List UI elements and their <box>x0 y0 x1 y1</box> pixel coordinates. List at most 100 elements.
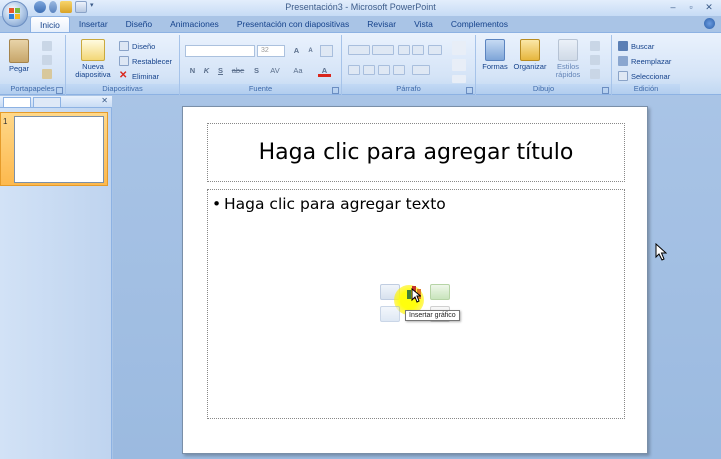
title-placeholder[interactable]: Haga clic para agregar título <box>207 123 625 182</box>
grow-font-button[interactable]: A <box>290 45 303 57</box>
slide-thumbnail-1[interactable] <box>14 116 104 183</box>
minimize-icon[interactable]: – <box>665 1 681 13</box>
increase-indent-icon[interactable] <box>412 45 424 55</box>
justify-icon[interactable] <box>393 65 405 75</box>
italic-button[interactable]: K <box>200 65 213 77</box>
tab-vista[interactable]: Vista <box>405 16 442 33</box>
new-slide-button[interactable]: Nueva diapositiva <box>68 39 118 79</box>
slide-canvas[interactable]: Haga clic para agregar título • Haga clic… <box>182 106 648 454</box>
text-direction-icon[interactable] <box>452 41 466 55</box>
office-button[interactable] <box>2 1 28 27</box>
columns-icon[interactable] <box>412 65 430 75</box>
char-spacing-button[interactable]: AV <box>266 65 284 77</box>
align-right-icon[interactable] <box>378 65 390 75</box>
tooltip: Insertar gráfico <box>405 310 460 321</box>
office-logo-icon <box>9 8 20 19</box>
strikethrough-button[interactable]: abe <box>230 65 246 77</box>
decrease-indent-icon[interactable] <box>398 45 410 55</box>
layout-label: Diseño <box>132 41 156 51</box>
slide-thumbnail-selected[interactable]: 1 <box>0 112 108 186</box>
bullet-marker: • <box>212 195 222 213</box>
arrange-label: Organizar <box>513 62 547 71</box>
group-portapapeles: Pegar Portapapeles <box>0 35 66 95</box>
insert-smartart-icon[interactable] <box>430 284 450 300</box>
change-case-button[interactable]: Aa <box>290 65 306 77</box>
replace-button[interactable]: Reemplazar <box>618 56 671 66</box>
group-dibujo: Formas Organizar Estilos rápidos Dibujo <box>476 35 612 95</box>
find-button[interactable]: Buscar <box>618 41 654 51</box>
window-title: Presentación3 - Microsoft PowerPoint <box>285 2 436 12</box>
close-icon[interactable]: ✕ <box>701 1 717 13</box>
delete-icon: ✕ <box>119 70 128 81</box>
reset-button[interactable]: Restablecer <box>119 56 172 66</box>
shapes-button[interactable]: Formas <box>480 39 510 71</box>
ribbon-right-controls <box>704 18 715 29</box>
select-label: Seleccionar <box>631 71 671 81</box>
quick-styles-button[interactable]: Estilos rápidos <box>550 39 586 79</box>
restore-icon[interactable]: ▫ <box>683 1 699 13</box>
tab-animaciones[interactable]: Animaciones <box>161 16 228 33</box>
underline-button[interactable]: S <box>214 65 227 77</box>
delete-slide-button[interactable]: ✕ Eliminar <box>119 71 159 81</box>
tab-diseno[interactable]: Diseño <box>117 16 161 33</box>
outline-tab[interactable] <box>33 97 61 107</box>
pane-close-icon[interactable]: ✕ <box>101 96 108 105</box>
tab-complementos[interactable]: Complementos <box>442 16 517 33</box>
quick-styles-icon <box>558 39 578 61</box>
group-parrafo: Párrafo <box>342 35 476 95</box>
tab-presentacion[interactable]: Presentación con diapositivas <box>228 16 358 33</box>
arrange-button[interactable]: Organizar <box>512 39 548 71</box>
content-placeholder[interactable]: • Haga clic para agregar texto Insertar … <box>207 189 625 419</box>
bullets-icon[interactable] <box>348 45 370 55</box>
shape-effects-icon[interactable] <box>590 69 600 79</box>
ribbon-tabs: Inicio Insertar Diseño Animaciones Prese… <box>30 16 517 33</box>
shrink-font-button[interactable]: A <box>304 45 317 57</box>
content-insert-icons: Insertar gráfico <box>380 280 460 328</box>
tab-revisar[interactable]: Revisar <box>358 16 405 33</box>
shape-outline-icon[interactable] <box>590 55 600 65</box>
font-name-combo[interactable] <box>185 45 255 57</box>
slides-pane-tabs: ✕ <box>0 96 112 108</box>
paste-button[interactable]: Pegar <box>4 39 34 73</box>
group-label-edicion: Edición <box>612 84 680 94</box>
layout-icon <box>119 41 129 51</box>
align-text-icon[interactable] <box>452 59 466 71</box>
align-left-icon[interactable] <box>348 65 360 75</box>
slides-tab[interactable] <box>3 97 31 107</box>
binoculars-icon <box>618 41 628 51</box>
dialog-launcher-icon[interactable] <box>602 87 609 94</box>
select-button[interactable]: Seleccionar <box>618 71 670 81</box>
body-placeholder-text: Haga clic para agregar texto <box>224 195 446 213</box>
copy-icon[interactable] <box>42 55 52 65</box>
dialog-launcher-icon[interactable] <box>332 87 339 94</box>
quick-styles-label-2: rápidos <box>555 70 581 79</box>
layout-button[interactable]: Diseño <box>119 41 155 51</box>
font-color-button[interactable]: A <box>318 65 331 77</box>
align-center-icon[interactable] <box>363 65 375 75</box>
cut-icon[interactable] <box>42 41 52 51</box>
dialog-launcher-icon[interactable] <box>466 87 473 94</box>
format-painter-icon[interactable] <box>42 69 52 79</box>
tab-inicio[interactable]: Inicio <box>30 16 70 33</box>
numbering-icon[interactable] <box>372 45 394 55</box>
group-label-parrafo: Párrafo <box>342 84 475 94</box>
clear-format-button[interactable] <box>320 45 333 57</box>
line-spacing-icon[interactable] <box>428 45 442 55</box>
font-size-combo[interactable]: 32 <box>257 45 285 57</box>
group-fuente: 32 A A N K S abe S AV Aa A Fuente <box>180 35 342 95</box>
bold-button[interactable]: N <box>186 65 199 77</box>
shadow-button[interactable]: S <box>250 65 263 77</box>
smartart-icon[interactable] <box>452 75 466 83</box>
tab-insertar[interactable]: Insertar <box>70 16 117 33</box>
shape-fill-icon[interactable] <box>590 41 600 51</box>
paste-icon <box>9 39 29 63</box>
replace-label: Reemplazar <box>631 56 672 66</box>
group-diapositivas: Nueva diapositiva Diseño Restablecer ✕ E… <box>66 35 180 95</box>
group-edicion: Buscar Reemplazar Seleccionar Edición <box>612 35 680 95</box>
new-slide-label-2: diapositiva <box>75 70 111 79</box>
ribbon: Pegar Portapapeles Nueva diapositiva Dis… <box>0 32 721 95</box>
title-placeholder-text: Haga clic para agregar título <box>258 140 574 165</box>
help-icon[interactable] <box>704 18 715 29</box>
dialog-launcher-icon[interactable] <box>56 87 63 94</box>
insert-picture-icon[interactable] <box>380 306 400 322</box>
